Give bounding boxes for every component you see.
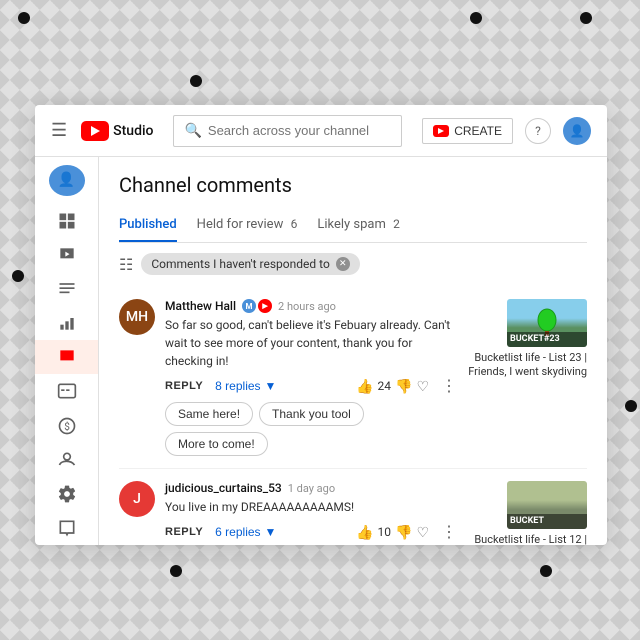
quick-reply-same-here[interactable]: Same here! [165, 402, 253, 426]
dislike-button-1[interactable]: 👎 [395, 378, 412, 395]
sidebar-item-feedback[interactable] [35, 511, 98, 545]
sidebar-avatar[interactable]: 👤 [49, 165, 85, 196]
filter-chip-close[interactable]: ✕ [336, 257, 350, 271]
sidebar-item-settings[interactable] [35, 477, 98, 511]
comment-time-2: 1 day ago [288, 482, 335, 495]
decorative-dot [625, 400, 637, 412]
like-button-1[interactable]: 👍 [356, 378, 373, 395]
content-area: Channel comments Published Held for revi… [99, 157, 607, 545]
main-layout: 👤 $ [35, 157, 607, 545]
comment-author-1: Matthew Hall [165, 299, 236, 313]
comment-body-1: Matthew Hall M ▶ 2 hours ago So far so g… [165, 299, 457, 456]
filter-chip: Comments I haven't responded to ✕ [141, 253, 359, 275]
sidebar-item-subtitles[interactable] [35, 374, 98, 408]
replies-button-1[interactable]: 8 replies ▼ [215, 379, 276, 393]
decorative-dot [190, 75, 202, 87]
heart-button-1[interactable]: ♡ [416, 378, 429, 395]
sidebar-item-dashboard[interactable] [35, 204, 98, 238]
page-title: Channel comments [119, 173, 587, 197]
decorative-dot [540, 565, 552, 577]
tab-held-for-review[interactable]: Held for review 6 [197, 209, 298, 242]
comment-body-2: judicious_curtains_53 1 day ago You live… [165, 481, 457, 545]
sidebar-item-monetization[interactable]: $ [35, 408, 98, 442]
member-badge: M [242, 299, 256, 313]
decorative-dot [470, 12, 482, 24]
comment-text-1: So far so good, can't believe it's Febua… [165, 316, 457, 370]
more-button-1[interactable]: ⋮ [441, 376, 457, 396]
dislike-button-2[interactable]: 👎 [395, 524, 412, 541]
svg-text:$: $ [64, 420, 70, 433]
comment-author-2: judicious_curtains_53 [165, 481, 282, 495]
help-icon: ? [535, 124, 541, 138]
youtube-logo-icon [81, 121, 109, 141]
filter-icon: ☷ [119, 255, 133, 274]
video-title-2: Bucketlist life - List 12 | Living in Sy… [467, 533, 587, 545]
tab-spam-badge: 2 [393, 217, 400, 231]
sidebar-item-comments[interactable] [35, 340, 98, 374]
like-section-2: 👍 10 👎 ♡ [356, 524, 429, 541]
studio-label: Studio [113, 123, 153, 139]
tab-held-badge: 6 [291, 217, 298, 231]
sub-badge: ▶ [258, 299, 272, 313]
comment-header-1: Matthew Hall M ▶ 2 hours ago [165, 299, 457, 313]
help-button[interactable]: ? [525, 118, 551, 144]
tab-bar: Published Held for review 6 Likely spam … [119, 209, 587, 243]
app-window: ☰ Studio 🔍 CREATE ? 👤 👤 [35, 105, 607, 545]
like-section-1: 👍 24 👎 ♡ [356, 378, 429, 395]
sidebar-item-customization[interactable] [35, 443, 98, 477]
filter-bar: ☷ Comments I haven't responded to ✕ [119, 253, 587, 275]
tab-published[interactable]: Published [119, 209, 177, 242]
comment-card-1: MH Matthew Hall M ▶ 2 hours ago So far s… [119, 287, 587, 469]
thumbnail-label-1: BUCKET#23 [507, 332, 587, 347]
hamburger-menu[interactable]: ☰ [51, 120, 67, 141]
comment-avatar-2: J [119, 481, 155, 517]
decorative-dot [12, 270, 24, 282]
search-icon: 🔍 [184, 123, 201, 139]
more-button-2[interactable]: ⋮ [441, 522, 457, 542]
reply-button-1[interactable]: REPLY [165, 380, 203, 392]
like-count-1: 24 [378, 379, 392, 393]
heart-button-2[interactable]: ♡ [416, 524, 429, 541]
replies-button-2[interactable]: 6 replies ▼ [215, 525, 276, 539]
comment-right-1: BUCKET#23 Bucketlist life - List 23 | Fr… [467, 299, 587, 456]
decorative-dot [580, 12, 592, 24]
youtube-logo: Studio [81, 121, 153, 141]
comment-text-2: You live in my DREAAAAAAAAAMS! [165, 498, 457, 516]
comment-avatar-1: MH [119, 299, 155, 335]
create-button[interactable]: CREATE [422, 118, 513, 144]
topbar-right: CREATE ? 👤 [422, 117, 591, 145]
create-label: CREATE [454, 124, 502, 138]
filter-chip-label: Comments I haven't responded to [151, 257, 329, 271]
user-avatar[interactable]: 👤 [563, 117, 591, 145]
sidebar-item-videos[interactable] [35, 238, 98, 272]
reply-button-2[interactable]: REPLY [165, 526, 203, 538]
like-button-2[interactable]: 👍 [356, 524, 373, 541]
comment-badges-1: M ▶ [242, 299, 272, 313]
quick-reply-thank-you-tool[interactable]: Thank you tool [259, 402, 364, 426]
sidebar-item-playlists[interactable] [35, 272, 98, 306]
sidebar-item-analytics[interactable] [35, 306, 98, 340]
like-count-2: 10 [378, 525, 392, 539]
comment-actions-2: REPLY 6 replies ▼ 👍 10 👎 ♡ ⋮ [165, 522, 457, 542]
thumbnail-label-2: BUCKET [507, 514, 587, 529]
comment-card-2: J judicious_curtains_53 1 day ago You li… [119, 469, 587, 545]
quick-replies-1: Same here! Thank you tool More to come! [165, 402, 457, 456]
tab-likely-spam[interactable]: Likely spam 2 [317, 209, 400, 242]
comment-actions-1: REPLY 8 replies ▼ 👍 24 👎 ♡ ⋮ [165, 376, 457, 396]
comment-thumbnail-1[interactable]: BUCKET#23 [507, 299, 587, 347]
search-bar[interactable]: 🔍 [173, 115, 402, 147]
comment-header-2: judicious_curtains_53 1 day ago [165, 481, 457, 495]
topbar: ☰ Studio 🔍 CREATE ? 👤 [35, 105, 607, 157]
comment-time-1: 2 hours ago [278, 300, 336, 313]
search-input[interactable] [208, 123, 391, 138]
create-icon [433, 125, 449, 137]
decorative-dot [18, 12, 30, 24]
topbar-left: ☰ Studio [51, 120, 153, 141]
decorative-dot [170, 565, 182, 577]
comment-right-2: BUCKET Bucketlist life - List 12 | Livin… [467, 481, 587, 545]
sidebar: 👤 $ [35, 157, 99, 545]
video-title-1: Bucketlist life - List 23 | Friends, I w… [467, 351, 587, 380]
quick-reply-more-to-come[interactable]: More to come! [165, 432, 268, 456]
comment-thumbnail-2[interactable]: BUCKET [507, 481, 587, 529]
